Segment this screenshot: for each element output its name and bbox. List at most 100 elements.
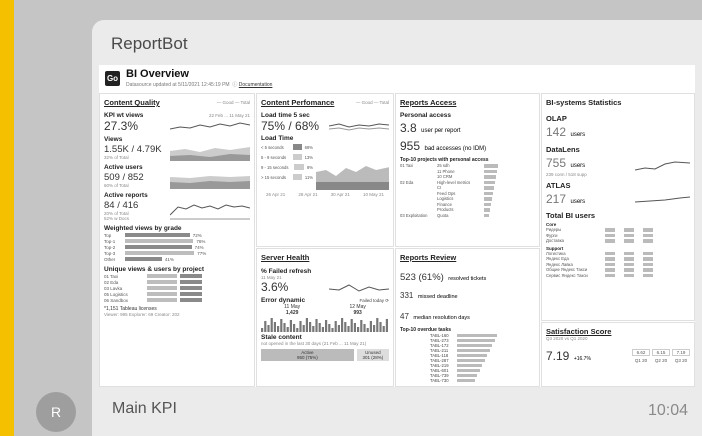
error-bar [341, 318, 344, 332]
project-label: 05 Logistics [104, 291, 128, 297]
bi-row-label: Фурги [546, 232, 558, 238]
bi-row: Доставка [546, 238, 690, 244]
content-quality-panel: Content Quality — Good — Total KPI wt vi… [99, 93, 255, 387]
task-bar [457, 374, 477, 377]
task-row: TABL-730 [430, 378, 535, 383]
quarter-col: 6.15 Q2 20 [652, 349, 670, 363]
grade-bar [125, 251, 195, 255]
grade-label: Top-1 [104, 238, 116, 244]
report-image[interactable]: Go BI Overview Datasource updated at 5/1… [99, 65, 695, 387]
error-bar [270, 318, 273, 332]
message-card[interactable]: ReportBot Go BI Overview Datasource upda… [92, 20, 702, 436]
quarter-col: 7.19 Q3 20 [672, 349, 690, 363]
grade-pct: 41% [164, 256, 174, 262]
bucket-row: 9 - 15 seconds 8% [261, 162, 313, 172]
error-bar [357, 327, 360, 332]
quarter-label: Q3 20 [674, 358, 688, 363]
load-buckets: < 5 seconds 68% 5 - 9 seconds 13% 9 - 15 sec… [261, 142, 313, 182]
error-bar-chart [261, 318, 388, 332]
error-bar [315, 319, 318, 332]
error-bar [347, 326, 350, 332]
perf-date: 30 Apr 21 [330, 192, 350, 197]
bucket-cell [292, 174, 302, 180]
access-label: CI [437, 185, 442, 191]
grade-pct: 76% [196, 238, 206, 244]
grade-label: Other [104, 256, 116, 262]
bi-cell [605, 239, 615, 243]
bucket-pct: 68% [304, 144, 313, 150]
perf-date: 26 Apr 21 [266, 192, 286, 197]
access-label: 25 sdh [437, 163, 450, 169]
error-bar [325, 320, 328, 332]
grade-bar [125, 239, 194, 243]
error-bar [264, 321, 267, 332]
grade-row: Other 41% [104, 256, 250, 262]
project-label: 06 Sandbox [104, 297, 129, 303]
access-cell [484, 213, 489, 217]
error-bar [331, 328, 334, 332]
kpi-sparkline [170, 122, 250, 130]
grade-bar [125, 233, 190, 237]
error-bar [305, 318, 308, 332]
kpi-views-value: 27.3% [104, 119, 139, 133]
bi-cell [605, 262, 615, 266]
access-label: Feed Ops [437, 190, 456, 196]
access-items: 01 Taxi 25 sdh 11 Phone 10 CRM 02 Eda High-le… [400, 163, 535, 218]
error-bar [376, 318, 379, 332]
grade-label: Top [104, 232, 112, 238]
access-label: Finance [437, 201, 452, 207]
bi-cell [605, 257, 615, 261]
bi-cell [624, 273, 634, 277]
bot-avatar[interactable]: R [36, 392, 76, 432]
bi-cell [643, 239, 653, 243]
project-row: 06 Sandbox [104, 297, 250, 303]
task-label: TABL-730 [430, 378, 449, 383]
bi-cell [643, 233, 653, 237]
grade-bar [125, 257, 162, 261]
access-cell [484, 169, 497, 173]
project-bar [147, 292, 177, 296]
access-label: Quota [437, 212, 449, 218]
bi-cell [643, 268, 653, 272]
bucket-cell [292, 154, 302, 160]
bot-name: ReportBot [111, 34, 188, 53]
quarter-label: Q1 20 [634, 358, 648, 363]
perf-date: 10 May 21 [362, 192, 384, 197]
error-bar [334, 321, 337, 332]
access-label: Logistics [437, 196, 454, 202]
bi-row-label: Доставка [546, 238, 564, 244]
core-table: Ридеры Фурги Доставка [546, 227, 690, 244]
support-table: Логистика Яндекс Еда Яндекс Лавка Общие Янд… [546, 251, 690, 279]
bucket-row: 5 - 9 seconds 13% [261, 152, 313, 162]
bucket-row: < 5 seconds 68% [261, 142, 313, 152]
access-group: 02 Eda [400, 179, 414, 185]
reports-review-panel: Reports Review 523 (61%) resolved ticket… [395, 248, 540, 387]
bi-cell [624, 262, 634, 266]
error-bar [328, 324, 331, 332]
task-bar [457, 369, 480, 372]
quarter-col: 6.62 Q1 20 [632, 349, 650, 363]
error-bar [318, 323, 321, 332]
go-logo-icon: Go [105, 70, 120, 86]
quarter-value: 7.19 [672, 349, 690, 356]
grade-pct: 74% [194, 244, 204, 250]
grade-bar [125, 245, 192, 249]
documentation-link[interactable]: Documentation [239, 82, 273, 88]
load-time-chart [316, 166, 389, 190]
access-label: Products [437, 207, 454, 213]
error-bar [302, 325, 305, 332]
bi-cell [643, 228, 653, 232]
reports-line-chart [170, 204, 250, 220]
bi-cell [605, 273, 615, 277]
error-bar [344, 322, 347, 332]
bi-row-label: Сервис Яндекс Такси [546, 272, 588, 278]
task-bar [457, 334, 497, 337]
bi-cell [605, 268, 615, 272]
bucket-label: 9 - 15 seconds [261, 164, 289, 170]
access-group: 03 Exploitation [400, 212, 428, 218]
access-group: 01 Taxi [400, 163, 414, 169]
error-bar [366, 328, 369, 332]
task-bar [457, 349, 490, 352]
error-bar [379, 322, 382, 332]
server-health-panel: Server Health % Failed refresh 11 May 21… [256, 248, 394, 387]
